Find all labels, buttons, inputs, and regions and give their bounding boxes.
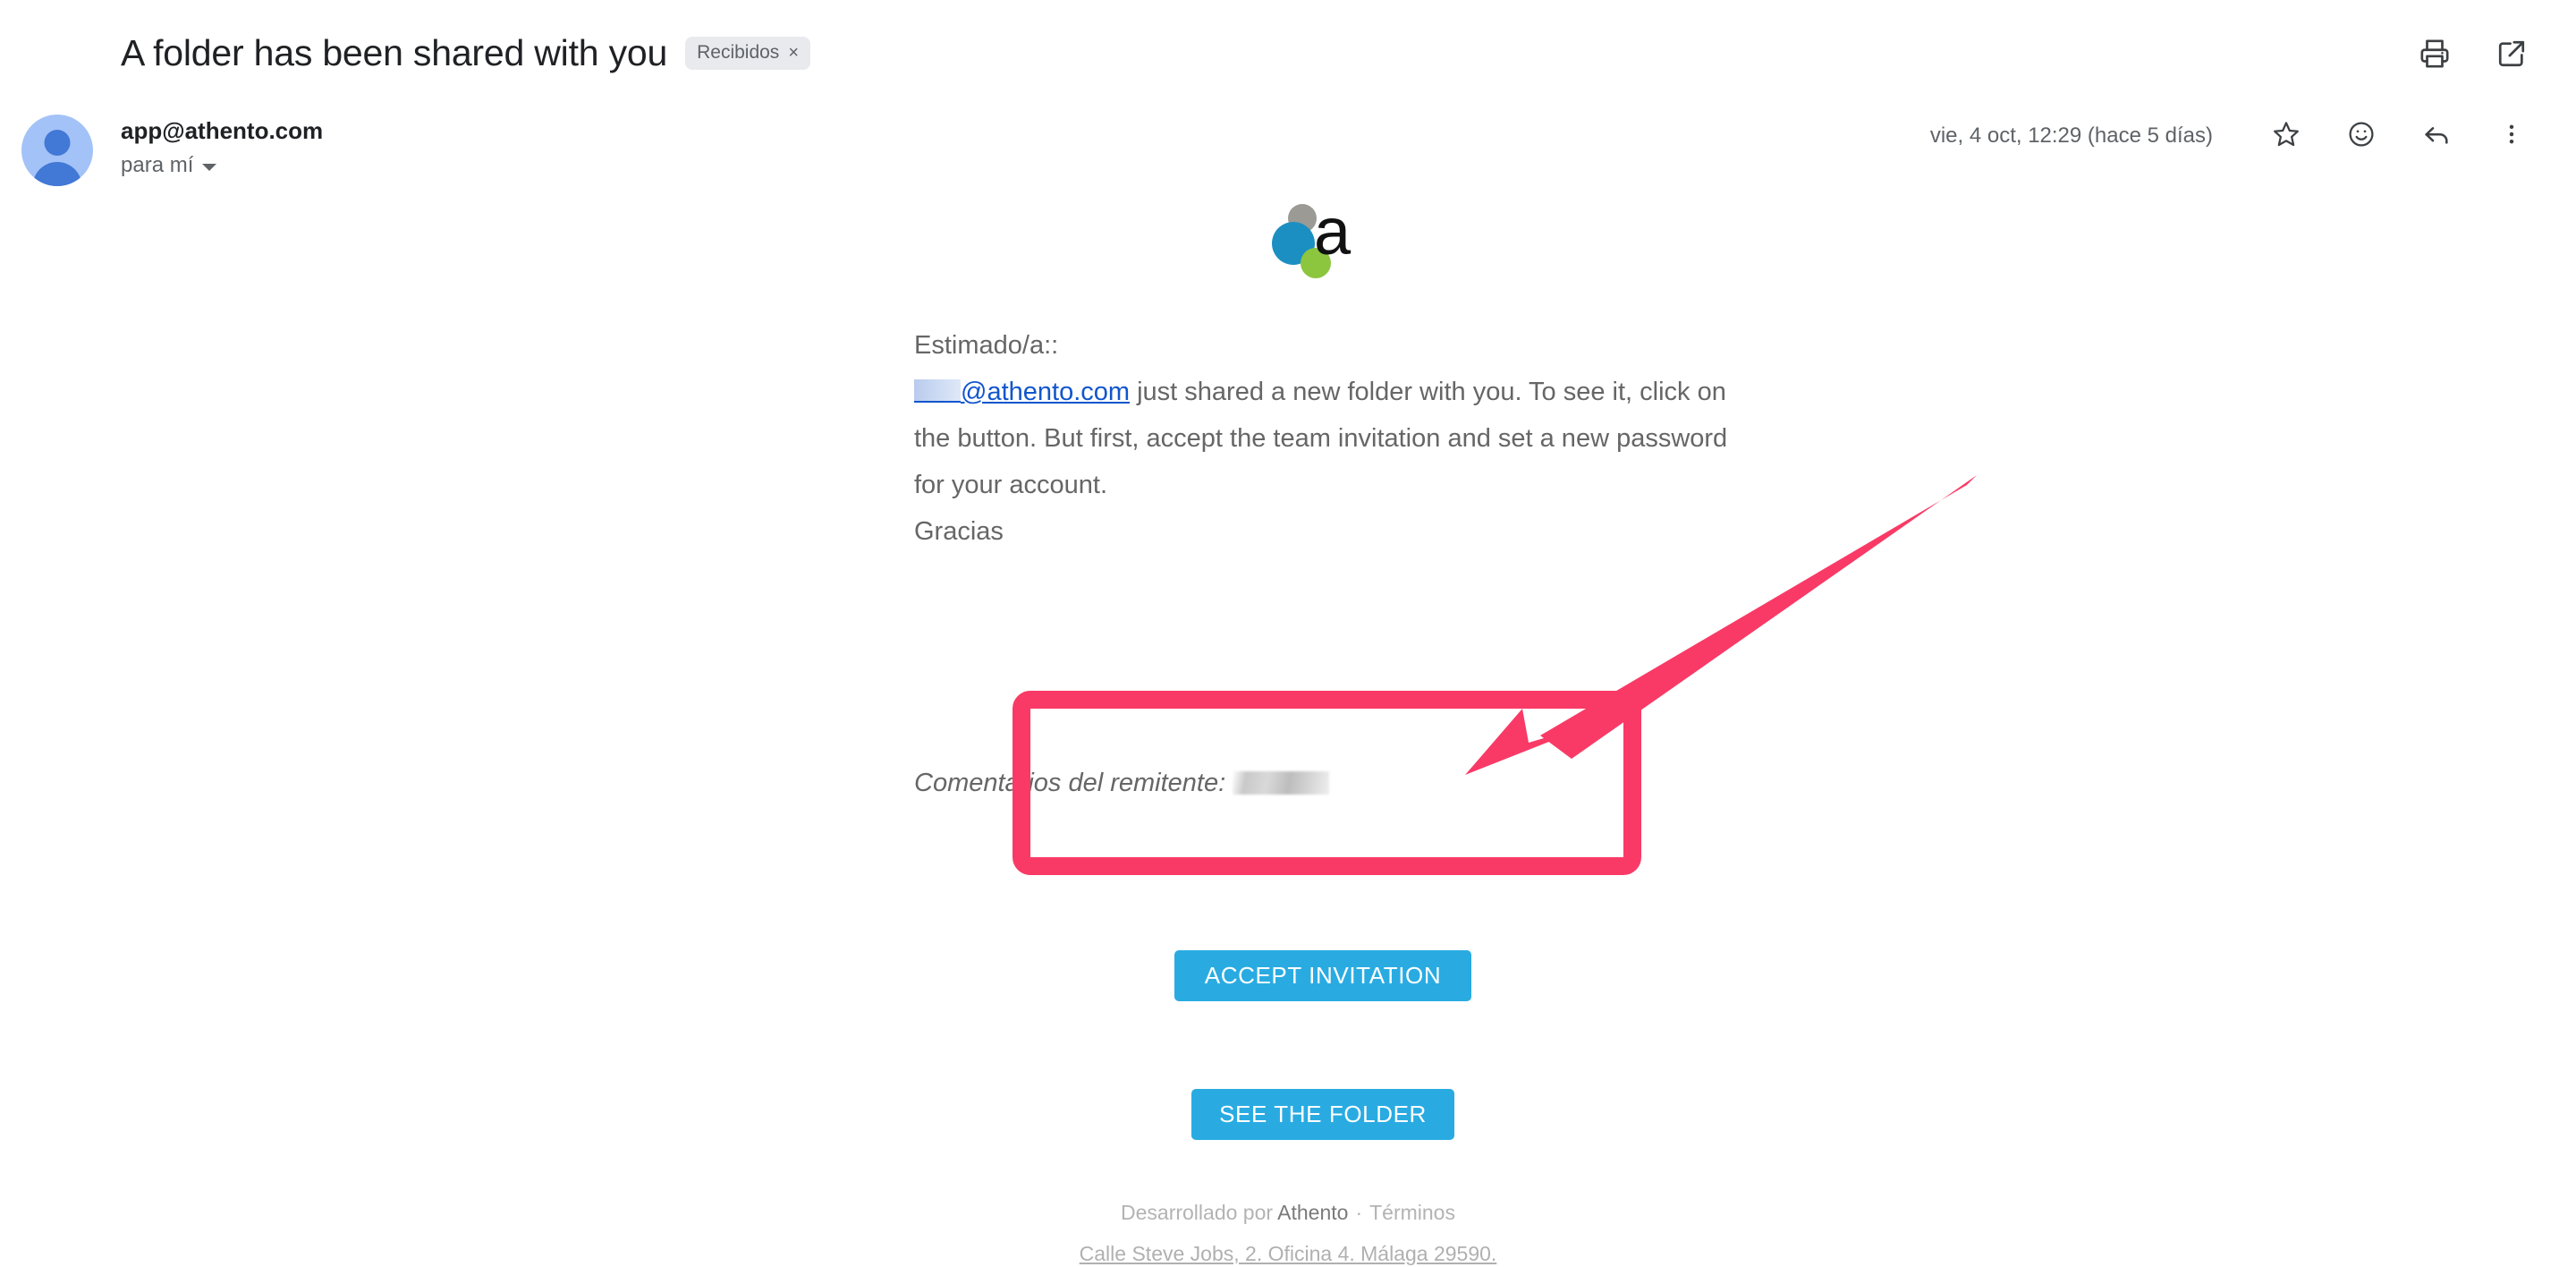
subject-row: A folder has been shared with you Recibi… bbox=[121, 30, 810, 75]
email-thanks: Gracias bbox=[914, 517, 1004, 546]
footer-address-link[interactable]: Calle Steve Jobs, 2. Oficina 4. Málaga 2… bbox=[1080, 1242, 1497, 1265]
recipient-toggle[interactable]: para mí bbox=[121, 153, 323, 178]
sender-comments-label: Comentarios del remitente: bbox=[914, 769, 1226, 797]
print-button[interactable] bbox=[2415, 36, 2454, 75]
sender-domain-link[interactable]: @athento.com bbox=[961, 378, 1130, 406]
sender-comments: Comentarios del remitente: bbox=[914, 765, 1330, 801]
athento-logo: a bbox=[1263, 193, 1361, 292]
label-chip-close-icon[interactable]: × bbox=[788, 44, 799, 62]
avatar-head bbox=[44, 130, 71, 156]
email-greeting: Estimado/a:: bbox=[914, 331, 1059, 360]
accept-invitation-button[interactable]: ACCEPT INVITATION bbox=[1174, 950, 1471, 1001]
sender-email[interactable]: app@athento.com bbox=[121, 116, 323, 145]
reply-icon bbox=[2422, 120, 2451, 153]
label-chip-text: Recibidos bbox=[697, 41, 780, 63]
avatar-body bbox=[32, 162, 82, 186]
print-icon bbox=[2419, 38, 2450, 73]
email-footer-credits: Desarrollado por Athento · Términos bbox=[0, 1199, 2576, 1226]
svg-text:a: a bbox=[1314, 194, 1352, 268]
more-vert-icon bbox=[2499, 122, 2524, 151]
reply-button[interactable] bbox=[2417, 116, 2456, 156]
add-reaction-button[interactable] bbox=[2342, 116, 2381, 156]
see-the-folder-button[interactable]: SEE THE FOLDER bbox=[1191, 1089, 1454, 1140]
avatar[interactable] bbox=[21, 115, 93, 186]
header-actions bbox=[2415, 36, 2531, 75]
star-icon bbox=[2272, 120, 2301, 153]
footer-terms-link[interactable]: Términos bbox=[1369, 1201, 1455, 1224]
label-chip-recibidos[interactable]: Recibidos × bbox=[685, 36, 810, 70]
footer-brand: Athento bbox=[1277, 1201, 1349, 1224]
redacted-comments-value bbox=[1233, 771, 1330, 795]
emoji-icon bbox=[2347, 120, 2376, 153]
message-meta: vie, 4 oct, 12:29 (hace 5 días) bbox=[1930, 116, 2531, 156]
email-paragraph: Estimado/a:: @athento.com just shared a n… bbox=[914, 322, 1755, 555]
sender-block: app@athento.com para mí bbox=[121, 116, 323, 178]
recipient-label: para mí bbox=[121, 153, 194, 177]
page-title: A folder has been shared with you bbox=[121, 32, 668, 73]
star-button[interactable] bbox=[2267, 116, 2306, 156]
open-in-new-icon bbox=[2496, 38, 2527, 73]
chevron-down-icon bbox=[202, 163, 217, 171]
redacted-sender-name bbox=[914, 379, 961, 403]
more-options-button[interactable] bbox=[2492, 116, 2531, 156]
footer-separator: · bbox=[1355, 1201, 1363, 1224]
message-date: vie, 4 oct, 12:29 (hace 5 días) bbox=[1929, 123, 2213, 148]
email-footer-address-row: Calle Steve Jobs, 2. Oficina 4. Málaga 2… bbox=[0, 1240, 2576, 1267]
footer-powered-by: Desarrollado por bbox=[1121, 1201, 1278, 1224]
open-in-new-window-button[interactable] bbox=[2492, 36, 2531, 75]
